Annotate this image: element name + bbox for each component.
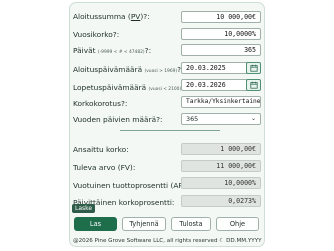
end-date-label: Lopetuspäivämäärä (vuosi < 2100)?: — [73, 83, 188, 92]
year-days-label-row: Vuoden päivien määrä?: — [73, 115, 163, 124]
days-label: Päivät (-9999 < # < 47482)?: — [73, 46, 152, 55]
pv-link[interactable]: PV — [131, 12, 141, 21]
principal-label-row: Aloitussumma (PV)?: — [73, 12, 150, 21]
rate-input[interactable]: 10,0000% — [181, 28, 261, 40]
start-date-label-row: Aloituspäivämäärä (vuosi > 1969)?: — [73, 65, 184, 74]
calendar-icon — [249, 81, 258, 89]
compounding-label-row: Korkokorotus?: — [73, 99, 127, 108]
fv-label: Tuleva arvo (FV): — [73, 163, 136, 172]
help-button[interactable]: Ohje — [216, 217, 259, 231]
interest-output: 1 000,00€ — [181, 143, 261, 155]
days-label-row: Päivät (-9999 < # < 47482)?: — [73, 46, 151, 55]
apy-label: Vuotuinen tuottoprosentti (APY): — [73, 181, 193, 190]
year-days-label: Vuoden päivien määrä?: — [73, 115, 163, 124]
days-input[interactable]: 365 — [181, 44, 261, 56]
apy-output: 10,0000% — [181, 177, 261, 189]
end-date-calendar-button[interactable] — [246, 79, 261, 91]
start-date-label: Aloituspäivämäärä (vuosi > 1969)?: — [73, 65, 184, 74]
divider — [120, 130, 220, 131]
interest-label-row: Ansaittu korko: — [73, 145, 129, 154]
start-date-calendar-button[interactable] — [246, 62, 261, 74]
fv-label-row: Tuleva arvo (FV): — [73, 163, 135, 172]
compounding-input[interactable]: Tarkka/Yksinkertaine — [181, 96, 261, 108]
apy-label-row: Vuotuinen tuottoprosentti (APY): — [73, 181, 193, 190]
rate-label-row: Vuosikorko?: — [73, 30, 119, 39]
interest-label: Ansaittu korko: — [73, 145, 129, 154]
print-button[interactable]: Tulosta — [171, 217, 211, 231]
end-date-input[interactable]: 20.03.2026 — [181, 79, 248, 91]
principal-input[interactable]: 10 000,00€ — [181, 11, 261, 23]
calculate-button[interactable]: Las — [74, 217, 117, 231]
fv-output: 11 000,00€ — [181, 160, 261, 172]
principal-label: Aloitussumma (PV)?: — [73, 12, 150, 21]
end-date-label-row: Lopetuspäivämäärä (vuosi < 2100)?: — [73, 83, 188, 92]
calendar-icon — [249, 64, 258, 72]
start-date-input[interactable]: 20.03.2025 — [181, 62, 248, 74]
daily-rate-output: 0,0273% — [181, 195, 261, 207]
year-days-select[interactable]: 365 ⌄ — [181, 113, 261, 125]
footer-text: @2026 Pine Grove Software LLC, all right… — [73, 238, 262, 244]
chevron-down-icon: ⌄ — [250, 115, 256, 122]
clear-button[interactable]: Tyhjennä — [122, 217, 166, 231]
rate-label: Vuosikorko?: — [73, 30, 120, 39]
compounding-label: Korkokorotus?: — [73, 99, 128, 108]
year-days-value: 365 — [186, 115, 199, 123]
calc-tooltip: Laske — [72, 204, 96, 213]
